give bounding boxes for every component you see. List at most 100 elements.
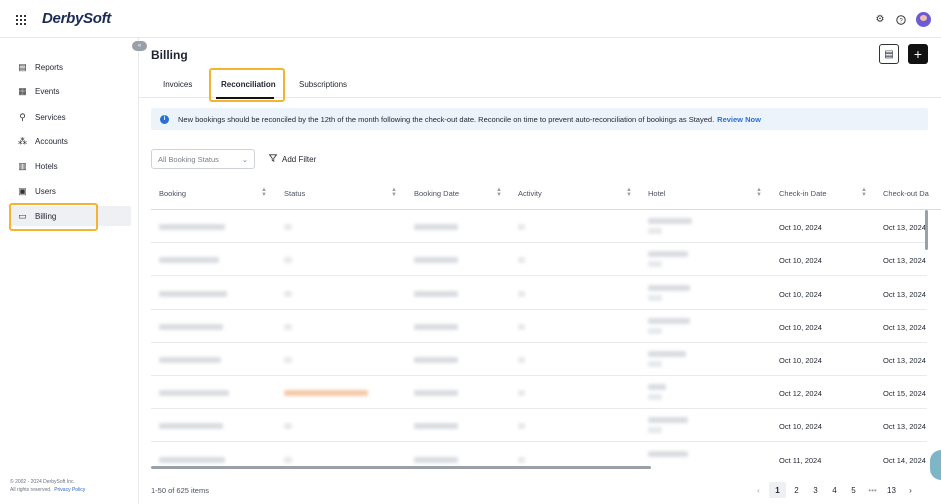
export-button[interactable]: ▤	[879, 44, 899, 64]
sidebar-item-services[interactable]: ⚲ Services	[10, 107, 131, 127]
redacted-hotel	[648, 451, 688, 457]
add-button[interactable]: +	[908, 44, 928, 64]
document-icon: ▤	[884, 48, 894, 60]
redacted-hotel-code	[648, 228, 662, 234]
reports-icon: ▤	[18, 61, 27, 72]
redacted-activity	[518, 457, 525, 463]
table-row[interactable]: Oct 12, 2024 Oct 15, 2024	[151, 376, 927, 409]
sidebar-item-users[interactable]: ▣ Users	[10, 181, 131, 201]
sort-icon[interactable]: ▲ ▼	[861, 187, 867, 198]
page-button[interactable]: 13	[883, 482, 900, 498]
column-header-hotel[interactable]: Hotel	[648, 189, 666, 198]
select-value: All Booking Status	[158, 154, 219, 164]
redacted-status	[284, 324, 292, 330]
sidebar-item-accounts[interactable]: ⁂ Accounts	[10, 131, 131, 151]
redacted-activity	[518, 257, 525, 263]
redacted-hotel	[648, 351, 686, 357]
page-button[interactable]: 2	[788, 482, 805, 498]
page-button[interactable]: 1	[769, 482, 786, 498]
column-header-booking-date[interactable]: Booking Date	[414, 189, 459, 198]
table-row[interactable]: Oct 10, 2024 Oct 13, 2024	[151, 210, 927, 243]
redacted-booking	[159, 257, 219, 263]
privacy-policy-link[interactable]: Privacy Policy	[54, 487, 85, 493]
sidebar-item-hotels[interactable]: ▥ Hotels	[10, 156, 131, 176]
redacted-hotel-code	[648, 394, 662, 400]
copyright-text: © 2002 - 2024 DerbySoft Inc.	[10, 479, 75, 485]
check-out-date: Oct 13, 2024	[883, 223, 926, 232]
redacted-activity	[518, 357, 525, 363]
redacted-status	[284, 457, 292, 463]
check-out-date: Oct 14, 2024	[883, 456, 926, 465]
more-pages-ellipsis[interactable]: •••	[864, 482, 881, 498]
column-header-booking[interactable]: Booking	[159, 189, 186, 198]
sort-icon[interactable]: ▲ ▼	[756, 187, 762, 198]
redacted-status	[284, 291, 292, 297]
gear-icon[interactable]: ⚙	[874, 14, 886, 26]
booking-status-select[interactable]: All Booking Status ⌄	[151, 149, 255, 169]
redacted-booking	[159, 390, 229, 396]
redacted-activity	[518, 224, 525, 230]
check-out-date: Oct 13, 2024	[883, 422, 926, 431]
redacted-hotel	[648, 384, 666, 390]
sort-icon[interactable]: ▲ ▼	[496, 187, 502, 198]
events-icon: ▦	[18, 85, 27, 96]
sidebar-footer: © 2002 - 2024 DerbySoft Inc. All rights …	[10, 478, 85, 494]
sidebar-item-label: Users	[35, 186, 56, 196]
collapse-sidebar-button[interactable]: «	[132, 41, 147, 51]
info-icon: i	[160, 114, 169, 124]
column-header-check-in-date[interactable]: Check-in Date	[779, 189, 827, 198]
check-in-date: Oct 10, 2024	[779, 323, 822, 332]
sidebar-item-events[interactable]: ▦ Events	[10, 81, 131, 101]
check-in-date: Oct 11, 2024	[779, 456, 822, 465]
redacted-status	[284, 224, 292, 230]
sidebar-item-reports[interactable]: ▤ Reports	[10, 57, 131, 77]
page-button[interactable]: 5	[845, 482, 862, 498]
column-header-activity[interactable]: Activity	[518, 189, 542, 198]
sort-icon[interactable]: ▲ ▼	[626, 187, 632, 198]
table-row[interactable]: Oct 10, 2024 Oct 13, 2024	[151, 277, 927, 310]
prev-page-button[interactable]: ‹	[750, 482, 767, 498]
app-grid-icon[interactable]	[16, 15, 26, 25]
check-in-date: Oct 10, 2024	[779, 422, 822, 431]
table-row[interactable]: Oct 10, 2024 Oct 13, 2024	[151, 409, 927, 442]
redacted-booking	[159, 291, 227, 297]
top-bar: DerbySoft ⚙ ?	[0, 0, 941, 38]
page-button[interactable]: 4	[826, 482, 843, 498]
sidebar-item-label: Accounts	[35, 136, 68, 146]
help-icon[interactable]: ?	[895, 14, 907, 26]
column-header-check-out-date[interactable]: Check-out Da	[883, 189, 941, 198]
redacted-activity	[518, 423, 525, 429]
tab-subscriptions[interactable]: Subscriptions	[299, 80, 347, 89]
redacted-booking-date	[414, 390, 458, 396]
review-now-link[interactable]: Review Now	[717, 115, 761, 124]
sort-icon[interactable]: ▲ ▼	[261, 187, 267, 198]
add-filter-button[interactable]: Add Filter	[268, 154, 316, 164]
horizontal-scrollbar[interactable]	[151, 466, 651, 469]
tab-invoices[interactable]: Invoices	[163, 80, 192, 89]
redacted-booking	[159, 357, 221, 363]
page-button[interactable]: 3	[807, 482, 824, 498]
table-row[interactable]: Oct 11, 2024 Oct 14, 2024	[151, 443, 927, 476]
chat-widget-button[interactable]	[930, 450, 941, 480]
redacted-booking-date	[414, 324, 458, 330]
app-logo[interactable]: DerbySoft	[42, 10, 111, 27]
check-out-date: Oct 13, 2024	[883, 356, 926, 365]
hotels-icon: ▥	[18, 160, 27, 171]
table-header: Booking ▲ ▼ Status ▲ ▼ Booking Date ▲ ▼ Act…	[151, 178, 941, 210]
table-row[interactable]: Oct 10, 2024 Oct 13, 2024	[151, 310, 927, 343]
redacted-hotel	[648, 318, 690, 324]
table-row[interactable]: Oct 10, 2024 Oct 13, 2024	[151, 343, 927, 376]
redacted-booking-date	[414, 457, 458, 463]
table-row[interactable]: Oct 10, 2024 Oct 13, 2024	[151, 243, 927, 276]
redacted-booking	[159, 224, 225, 230]
filter-icon	[268, 154, 278, 164]
vertical-scrollbar[interactable]	[925, 210, 928, 250]
sidebar-item-label: Hotels	[35, 161, 58, 171]
redacted-status	[284, 357, 292, 363]
column-header-status[interactable]: Status	[284, 189, 305, 198]
next-page-button[interactable]: ›	[902, 482, 919, 498]
avatar[interactable]	[916, 12, 931, 27]
pagination: ‹ 1 2 3 4 5 ••• 13 ›	[750, 482, 919, 498]
redacted-activity	[518, 390, 525, 396]
sort-icon[interactable]: ▲ ▼	[391, 187, 397, 198]
